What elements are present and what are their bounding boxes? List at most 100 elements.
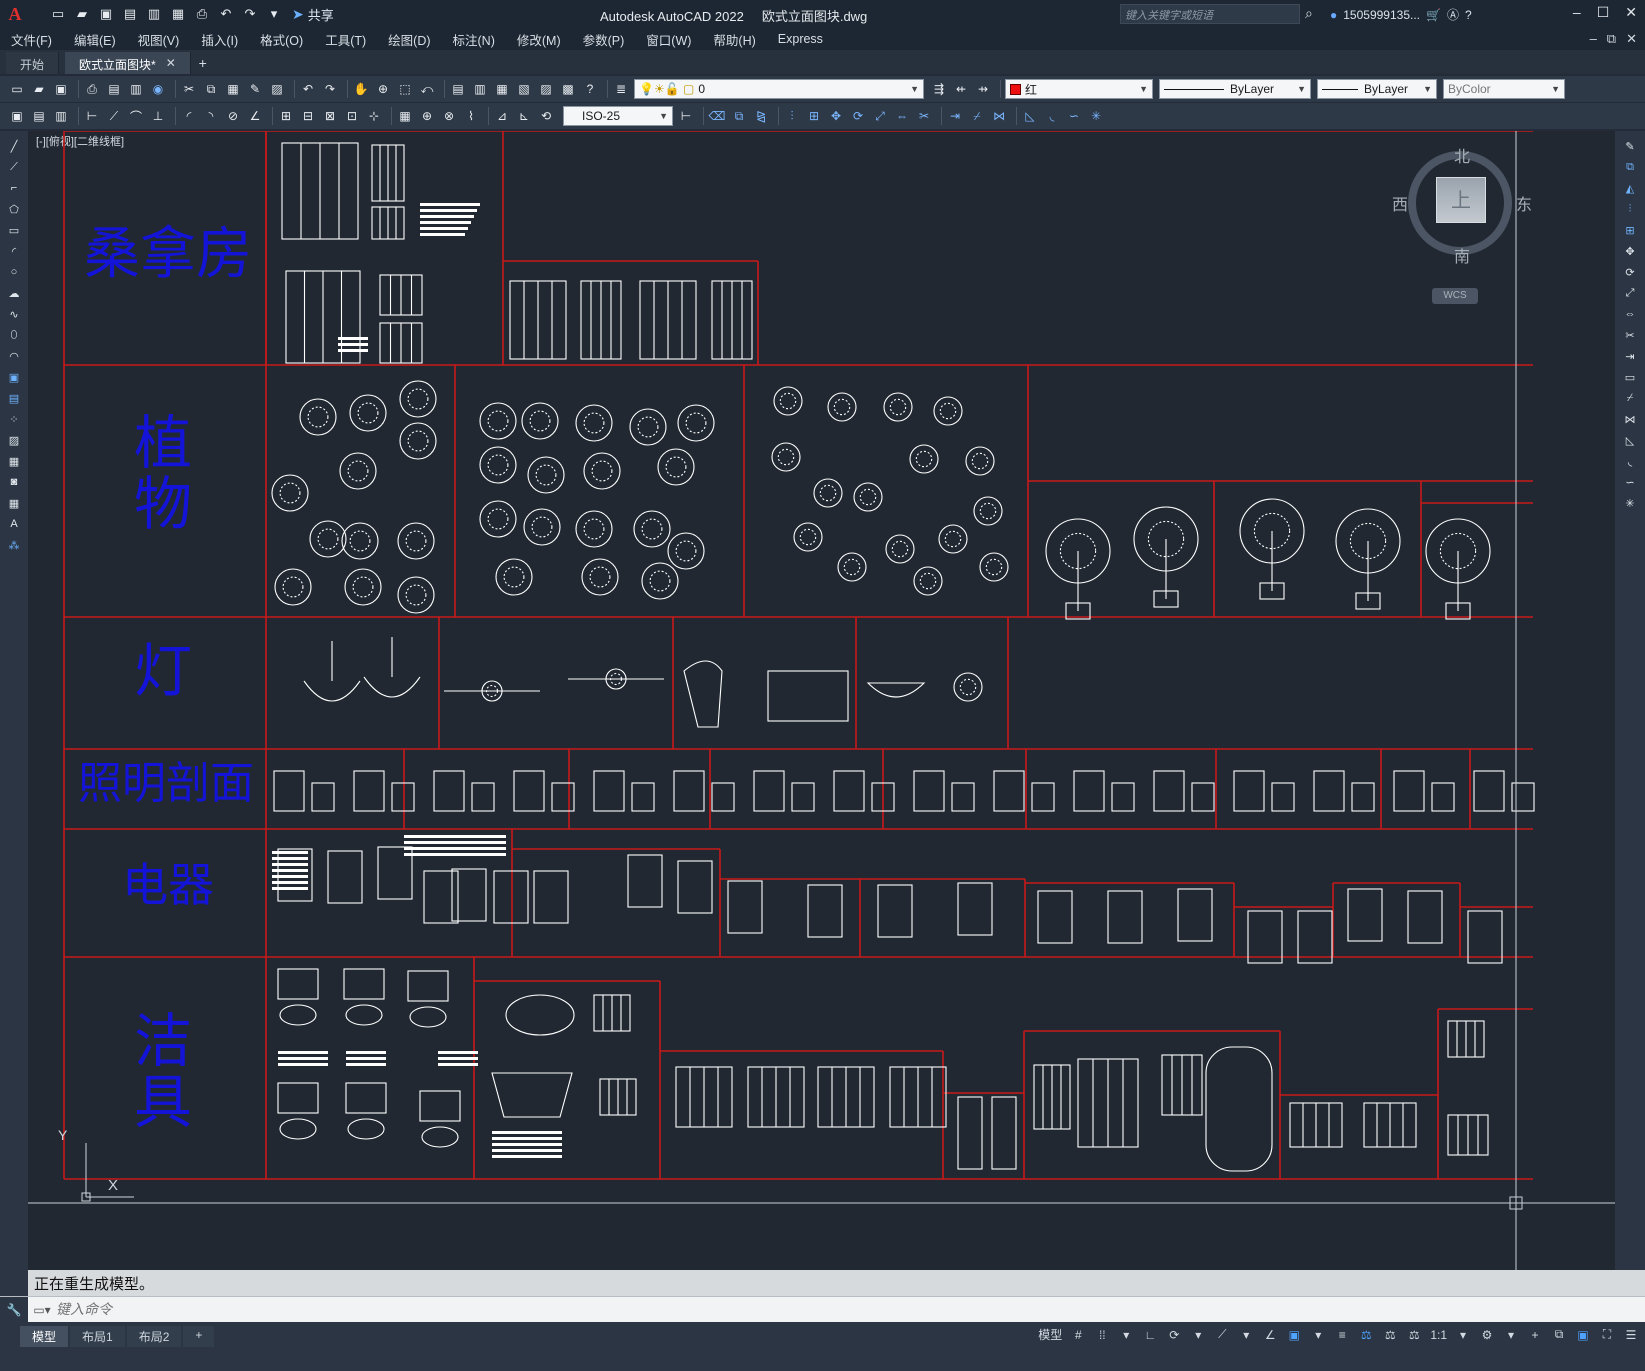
add-layout-button[interactable]: + bbox=[183, 1326, 215, 1347]
region-icon[interactable]: ◙ bbox=[5, 473, 23, 491]
arc-icon[interactable]: ◜ bbox=[5, 242, 23, 260]
snap-dropdown-icon[interactable]: ▾ bbox=[1118, 1328, 1134, 1342]
jogged-dim-icon[interactable]: ◝ bbox=[202, 107, 220, 125]
block-editor-icon[interactable]: ▨ bbox=[268, 80, 286, 98]
mirror-icon[interactable]: ⧎ bbox=[752, 107, 770, 125]
object-snap-icon[interactable]: ▣ bbox=[1286, 1328, 1302, 1342]
copy-object-icon[interactable]: ⧉ bbox=[730, 107, 748, 125]
offset-icon[interactable]: ⫶ bbox=[783, 107, 801, 125]
explode-icon[interactable]: ✳ bbox=[1087, 107, 1105, 125]
auto-scale-icon[interactable]: ⚖ bbox=[1382, 1328, 1398, 1342]
qnew-icon[interactable]: ▭ bbox=[8, 80, 26, 98]
share-button[interactable]: ➤ 共享 bbox=[292, 5, 334, 24]
menu-window[interactable]: 窗口(W) bbox=[635, 30, 702, 49]
web-mobile-icon[interactable]: ▥ bbox=[144, 5, 164, 23]
explode-icon[interactable]: ✳ bbox=[1621, 494, 1639, 512]
add-selected-icon[interactable]: ⁂ bbox=[5, 536, 23, 554]
layer-walk-icon[interactable]: ▥ bbox=[52, 107, 70, 125]
zoom-realtime-icon[interactable]: ⊕ bbox=[374, 80, 392, 98]
minimize-button[interactable]: – bbox=[1573, 4, 1581, 21]
polar-icon[interactable]: ⟳ bbox=[1166, 1328, 1182, 1342]
polyline-icon[interactable]: ⌐ bbox=[5, 179, 23, 197]
move-icon[interactable]: ✥ bbox=[1621, 242, 1639, 260]
command-prompt-icon[interactable]: ▭▾ bbox=[28, 1303, 56, 1317]
customization-icon[interactable]: ☰ bbox=[1623, 1328, 1639, 1342]
quick-dim-icon[interactable]: ⊞ bbox=[277, 107, 295, 125]
3d-dwf-icon[interactable]: ◉ bbox=[149, 80, 167, 98]
customize-icon[interactable]: 🔧 bbox=[0, 1296, 28, 1323]
new-tab-button[interactable]: + bbox=[191, 52, 215, 74]
drawing-canvas[interactable]: [-][俯视][二维线框] 桑拿房 植物 灯 照明剖面 电器 洁具 Y X 上 bbox=[28, 131, 1615, 1270]
menu-format[interactable]: 格式(O) bbox=[249, 30, 314, 49]
viewcube-top-face[interactable]: 上 bbox=[1436, 177, 1486, 223]
markup-icon[interactable]: ▨ bbox=[537, 80, 555, 98]
plot-icon[interactable]: ⎙ bbox=[83, 80, 101, 98]
menu-modify[interactable]: 修改(M) bbox=[506, 30, 572, 49]
autodesk-icon[interactable]: Ⓐ bbox=[1447, 6, 1459, 23]
scale-dropdown-icon[interactable]: ▾ bbox=[1455, 1328, 1471, 1342]
wcs-menu[interactable]: WCS bbox=[1432, 288, 1478, 304]
workspace-gear-icon[interactable]: ⚙ bbox=[1479, 1328, 1495, 1342]
compass-south[interactable]: 南 bbox=[1454, 243, 1470, 267]
array-icon[interactable]: ⊞ bbox=[1621, 221, 1639, 239]
app-logo[interactable]: A bbox=[0, 0, 30, 28]
sheet-set-icon[interactable]: ▧ bbox=[515, 80, 533, 98]
redo-icon[interactable]: ↷ bbox=[240, 5, 260, 23]
polar-dropdown-icon[interactable]: ▾ bbox=[1190, 1328, 1206, 1342]
save-as-icon[interactable]: ▤ bbox=[120, 5, 140, 23]
tab-start[interactable]: 开始 bbox=[6, 52, 60, 74]
point-icon[interactable]: ⁘ bbox=[5, 410, 23, 428]
continue-dim-icon[interactable]: ⊠ bbox=[321, 107, 339, 125]
pan-icon[interactable]: ✋ bbox=[352, 80, 370, 98]
dim-break-icon[interactable]: ⊹ bbox=[365, 107, 383, 125]
dim-style-icon[interactable]: ⊢ bbox=[677, 107, 695, 125]
blend-icon[interactable]: ∽ bbox=[1065, 107, 1083, 125]
calculator-icon[interactable]: ▩ bbox=[559, 80, 577, 98]
array-icon[interactable]: ⊞ bbox=[805, 107, 823, 125]
compass-west[interactable]: 西 bbox=[1392, 191, 1408, 215]
join-icon[interactable]: ⋈ bbox=[990, 107, 1008, 125]
redo-icon[interactable]: ↷ bbox=[321, 80, 339, 98]
table-icon[interactable]: ▦ bbox=[5, 494, 23, 512]
workspace-dropdown-icon[interactable]: ▾ bbox=[1503, 1328, 1519, 1342]
lineweight-select[interactable]: ByLayer ▼ bbox=[1317, 79, 1437, 99]
design-center-icon[interactable]: ▥ bbox=[471, 80, 489, 98]
undo-icon[interactable]: ↶ bbox=[299, 80, 317, 98]
plot-preview-icon[interactable]: ▤ bbox=[105, 80, 123, 98]
snap-icon[interactable]: ⁞⁞ bbox=[1094, 1328, 1110, 1342]
annotation-scale-icon[interactable]: ⚖ bbox=[1406, 1328, 1422, 1342]
polygon-icon[interactable]: ⬠ bbox=[5, 200, 23, 218]
move-icon[interactable]: ✥ bbox=[827, 107, 845, 125]
arc-length-icon[interactable]: ⌒ bbox=[127, 107, 145, 125]
rectangle-icon[interactable]: ▭ bbox=[5, 221, 23, 239]
open-file-icon[interactable]: ▰ bbox=[72, 5, 92, 23]
cart-icon[interactable]: 🛒 bbox=[1426, 8, 1441, 22]
dimstyle-select[interactable]: ISO-25 ▼ bbox=[563, 106, 673, 126]
user-account[interactable]: ● 1505999135... 🛒 Ⓐ ? bbox=[1330, 6, 1472, 23]
break-icon[interactable]: ⌿ bbox=[968, 107, 986, 125]
break-icon[interactable]: ⌿ bbox=[1621, 389, 1639, 407]
trim-icon[interactable]: ✂ bbox=[915, 107, 933, 125]
erase-icon[interactable]: ✎ bbox=[1621, 137, 1639, 155]
menu-file[interactable]: 文件(F) bbox=[0, 30, 63, 49]
stretch-icon[interactable]: ⇔ bbox=[893, 107, 911, 125]
menu-parametric[interactable]: 参数(P) bbox=[572, 30, 636, 49]
search-input[interactable]: 键入关键字或短语 bbox=[1120, 4, 1300, 24]
help-icon[interactable]: ? bbox=[581, 80, 599, 98]
copy-icon[interactable]: ⧉ bbox=[202, 80, 220, 98]
break-at-point-icon[interactable]: ▭ bbox=[1621, 368, 1639, 386]
plotstyle-select[interactable]: ByColor ▼ bbox=[1443, 79, 1565, 99]
revcloud-icon[interactable]: ☁ bbox=[5, 284, 23, 302]
linear-dim-icon[interactable]: ⊢ bbox=[83, 107, 101, 125]
rotate-icon[interactable]: ⟳ bbox=[1621, 263, 1639, 281]
viewcube[interactable]: 上 北 南 西 东 bbox=[1392, 143, 1532, 266]
save-icon[interactable]: ▣ bbox=[52, 80, 70, 98]
menu-express[interactable]: Express bbox=[767, 32, 834, 46]
undo-icon[interactable]: ↶ bbox=[216, 5, 236, 23]
baseline-dim-icon[interactable]: ⊟ bbox=[299, 107, 317, 125]
spline-icon[interactable]: ∿ bbox=[5, 305, 23, 323]
menu-draw[interactable]: 绘图(D) bbox=[377, 30, 441, 49]
scale-icon[interactable]: ⤢ bbox=[871, 107, 889, 125]
circle-icon[interactable]: ○ bbox=[5, 263, 23, 281]
rotate-icon[interactable]: ⟳ bbox=[849, 107, 867, 125]
